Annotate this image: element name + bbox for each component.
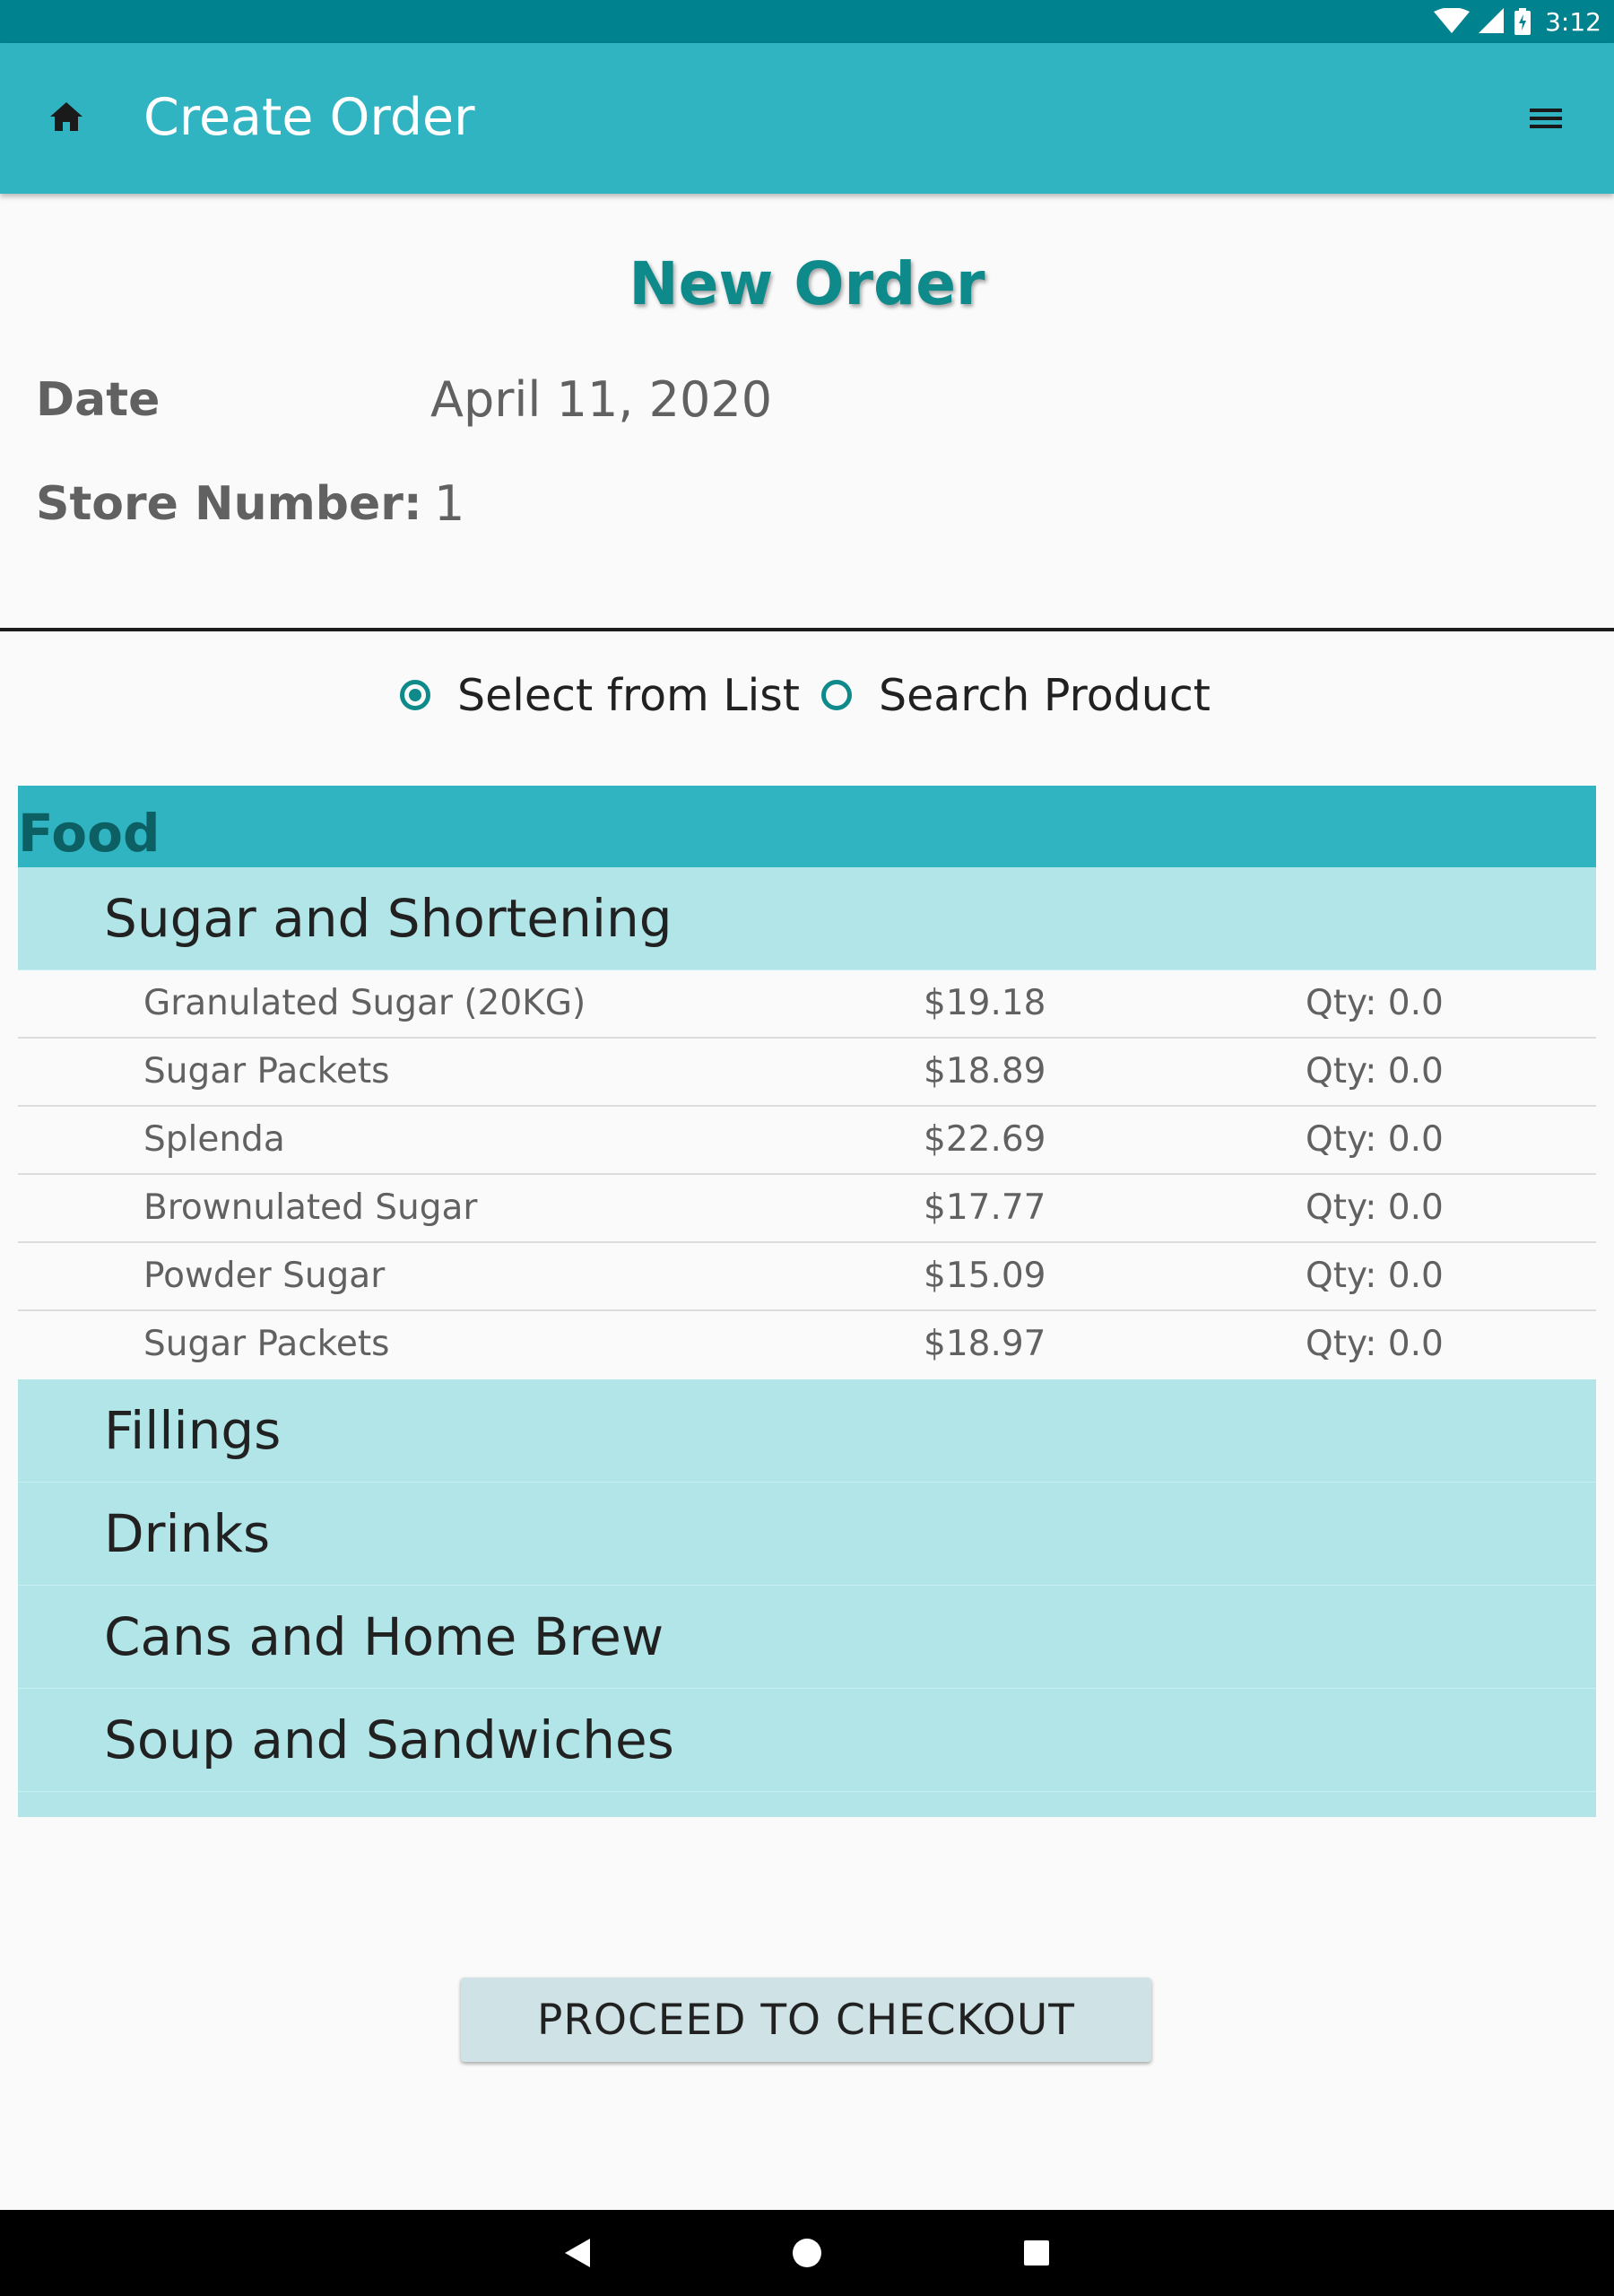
wifi-icon — [1434, 8, 1471, 33]
product-row[interactable]: Brownulated Sugar $17.77 Qty: 0.0 — [18, 1175, 1596, 1243]
product-price: $22.69 — [924, 1119, 1046, 1160]
product-qty: Qty: 0.0 — [1306, 983, 1444, 1023]
radio-select-from-list[interactable]: Select from List — [400, 670, 800, 721]
battery-icon — [1514, 8, 1532, 35]
radio-label: Select from List — [457, 669, 801, 721]
product-qty: Qty: 0.0 — [1306, 1051, 1444, 1091]
product-price: $19.18 — [924, 983, 1046, 1023]
home-button[interactable] — [39, 90, 93, 144]
product-row[interactable]: Granulated Sugar (20KG) $19.18 Qty: 0.0 — [18, 970, 1596, 1039]
product-row[interactable]: Powder Sugar $15.09 Qty: 0.0 — [18, 1243, 1596, 1311]
product-name: Sugar Packets — [143, 1051, 390, 1091]
product-qty: Qty: 0.0 — [1306, 1324, 1444, 1364]
radio-unchecked-icon — [821, 680, 853, 710]
status-time: 3:12 — [1545, 6, 1601, 37]
status-icons: 3:12 — [1434, 4, 1601, 39]
navigation-bar — [0, 2210, 1614, 2296]
date-value: April 11, 2020 — [430, 371, 773, 428]
category-drinks[interactable]: Drinks — [18, 1483, 1596, 1586]
circle-home-icon — [793, 2239, 821, 2267]
radio-checked-icon — [400, 680, 431, 710]
product-name: Granulated Sugar (20KG) — [143, 983, 586, 1023]
radio-search-product[interactable]: Search Product — [821, 670, 1210, 721]
product-row[interactable]: Sugar Packets $18.97 Qty: 0.0 — [18, 1311, 1596, 1379]
divider — [0, 628, 1614, 631]
product-qty: Qty: 0.0 — [1306, 1119, 1444, 1160]
product-name: Powder Sugar — [143, 1256, 386, 1296]
group-header-food[interactable]: Food — [18, 786, 1596, 867]
store-number-label: Store Number: — [36, 477, 422, 531]
category-soup-and-sandwiches[interactable]: Soup and Sandwiches — [18, 1689, 1596, 1792]
date-label: Date — [36, 373, 161, 427]
product-name: Sugar Packets — [143, 1324, 390, 1364]
product-qty: Qty: 0.0 — [1306, 1187, 1444, 1228]
item-list: Granulated Sugar (20KG) $19.18 Qty: 0.0 … — [18, 970, 1596, 1379]
product-name: Brownulated Sugar — [143, 1187, 478, 1228]
home-nav-button[interactable] — [785, 2231, 829, 2274]
category-fillings[interactable]: Fillings — [18, 1379, 1596, 1483]
product-price: $18.97 — [924, 1324, 1046, 1364]
product-row[interactable]: Sugar Packets $18.89 Qty: 0.0 — [18, 1039, 1596, 1107]
app-bar: Create Order — [0, 43, 1614, 194]
product-price: $15.09 — [924, 1256, 1046, 1296]
category-cans-and-home-brew[interactable]: Cans and Home Brew — [18, 1586, 1596, 1689]
status-bar: 3:12 — [0, 0, 1614, 43]
app-title: Create Order — [143, 88, 475, 147]
store-number-value: 1 — [434, 475, 465, 532]
product-qty: Qty: 0.0 — [1306, 1256, 1444, 1296]
menu-button[interactable] — [1517, 90, 1575, 147]
proceed-to-checkout-button[interactable]: PROCEED TO CHECKOUT — [461, 1978, 1151, 2062]
product-list: Food Sugar and Shortening Granulated Sug… — [18, 786, 1596, 1817]
product-row[interactable]: Splenda $22.69 Qty: 0.0 — [18, 1107, 1596, 1175]
square-recents-icon — [1024, 2240, 1049, 2266]
product-price: $17.77 — [924, 1187, 1046, 1228]
product-name: Splenda — [143, 1119, 285, 1160]
radio-label: Search Product — [879, 669, 1210, 721]
category-sugar-and-shortening[interactable]: Sugar and Shortening — [18, 867, 1596, 970]
mode-radio-group: Select from List Search Product — [0, 664, 1614, 726]
product-price: $18.89 — [924, 1051, 1046, 1091]
back-icon — [565, 2239, 590, 2267]
recents-button[interactable] — [1015, 2231, 1058, 2274]
back-button[interactable] — [556, 2231, 599, 2274]
menu-icon — [1530, 109, 1562, 128]
signal-icon — [1479, 8, 1505, 33]
page-heading: New Order — [629, 249, 985, 318]
home-icon — [50, 102, 82, 131]
